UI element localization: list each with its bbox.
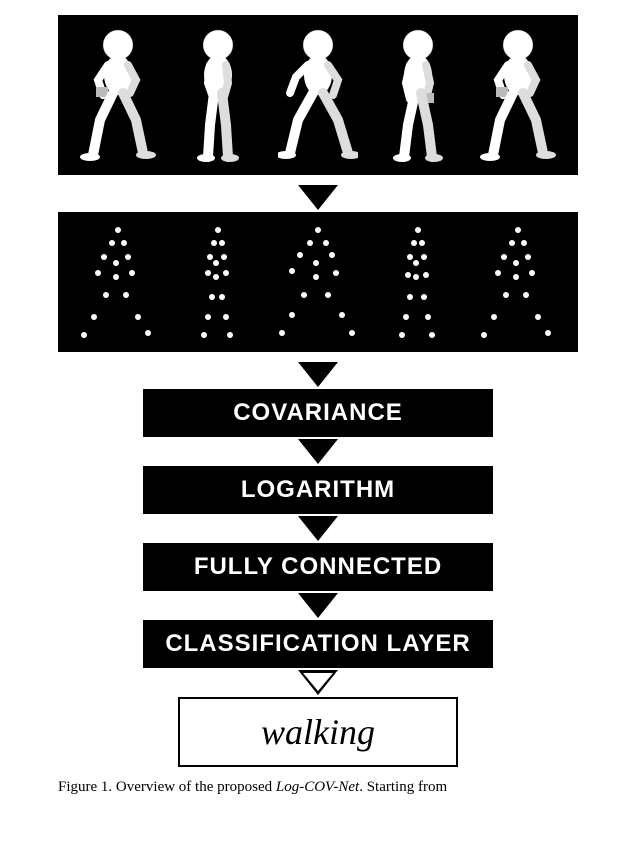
walking-figure-3 bbox=[278, 25, 358, 165]
caption-suffix: . Starting from bbox=[359, 779, 447, 795]
fully-connected-layer: FULLY CONNECTED bbox=[143, 543, 493, 591]
joints-panel bbox=[58, 212, 578, 352]
arrow-5 bbox=[298, 593, 338, 618]
covariance-layer: COVARIANCE bbox=[143, 389, 493, 437]
walking-figure-4 bbox=[378, 25, 458, 165]
walking-figure-2 bbox=[178, 25, 258, 165]
arrow-4 bbox=[298, 516, 338, 541]
arrow-1 bbox=[298, 185, 338, 210]
arrow-output bbox=[298, 670, 338, 695]
caption-model-name: Log-COV-Net bbox=[276, 779, 359, 795]
arrow-3 bbox=[298, 439, 338, 464]
walking-figure-1 bbox=[78, 25, 158, 165]
joint-cluster-2 bbox=[173, 222, 263, 342]
walking-figure-5 bbox=[478, 25, 558, 165]
joint-cluster-1 bbox=[73, 222, 163, 342]
logarithm-layer: LOGARITHM bbox=[143, 466, 493, 514]
output-label: walking bbox=[178, 697, 458, 767]
figure-caption: Figure 1. Overview of the proposed Log-C… bbox=[28, 779, 608, 796]
input-figures-panel bbox=[58, 15, 578, 175]
arrow-2 bbox=[298, 362, 338, 387]
classification-layer: CLASSIFICATION LAYER bbox=[143, 620, 493, 668]
joint-cluster-4 bbox=[373, 222, 463, 342]
caption-prefix: Figure 1. Overview of the proposed bbox=[58, 779, 276, 795]
joint-cluster-5 bbox=[473, 222, 563, 342]
joint-cluster-3 bbox=[273, 222, 363, 342]
